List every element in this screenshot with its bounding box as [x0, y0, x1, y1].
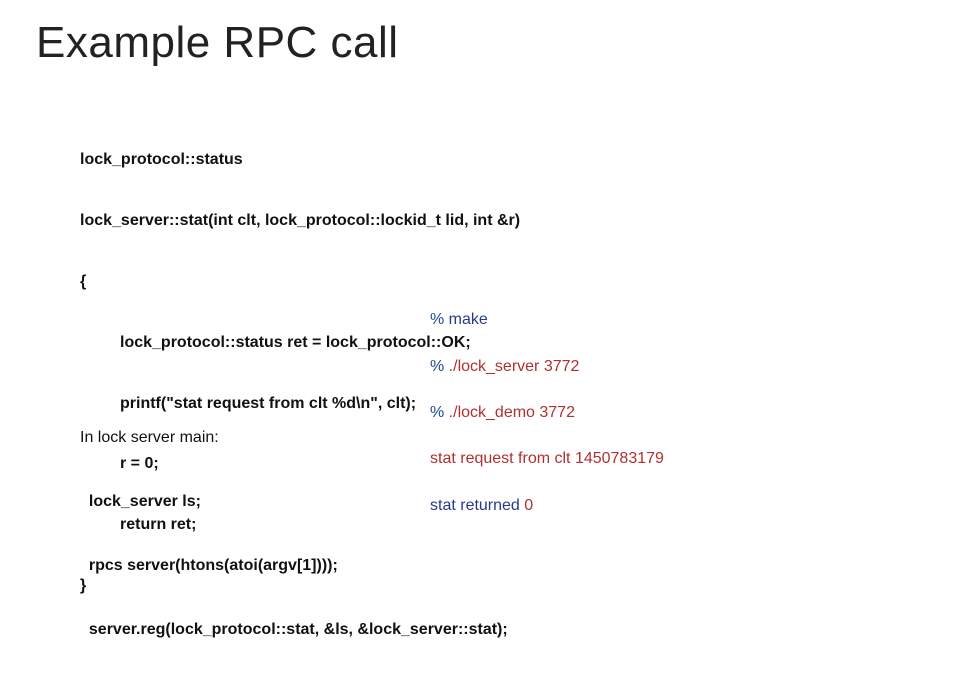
prompt-percent: % — [430, 358, 449, 375]
terminal-cmd: make — [449, 311, 488, 328]
terminal-line: % ./lock_demo 3772 — [430, 401, 664, 424]
code-text: rpcs server(htons(atoi(argv[1]))); — [89, 557, 338, 574]
code-line: server.reg(lock_protocol::stat, &ls, &lo… — [80, 614, 508, 646]
code-text: server.reg(lock_protocol::stat, &ls, &lo… — [89, 621, 508, 638]
terminal-cmd: ./lock_demo 3772 — [449, 404, 575, 421]
prompt-percent: % — [430, 404, 449, 421]
terminal-line: % ./lock_server 3772 — [430, 355, 664, 378]
terminal-cmd: ./lock_server 3772 — [449, 358, 580, 375]
terminal-output: % make % ./lock_server 3772 % ./lock_dem… — [430, 285, 664, 540]
terminal-text: 0 — [524, 497, 533, 514]
terminal-line: stat returned 0 — [430, 494, 664, 517]
code-line: lock_protocol::status — [80, 145, 520, 175]
code-text: lock_server ls; — [89, 493, 201, 510]
code-line: lock_server::stat(int clt, lock_protocol… — [80, 206, 520, 236]
code-line: rpcs server(htons(atoi(argv[1]))); — [80, 550, 508, 582]
slide-title: Example RPC call — [36, 18, 399, 68]
prompt-percent: % — [430, 311, 449, 328]
terminal-line: stat request from clt 1450783179 — [430, 447, 664, 470]
terminal-text: stat returned — [430, 497, 524, 514]
terminal-line: % make — [430, 308, 664, 331]
